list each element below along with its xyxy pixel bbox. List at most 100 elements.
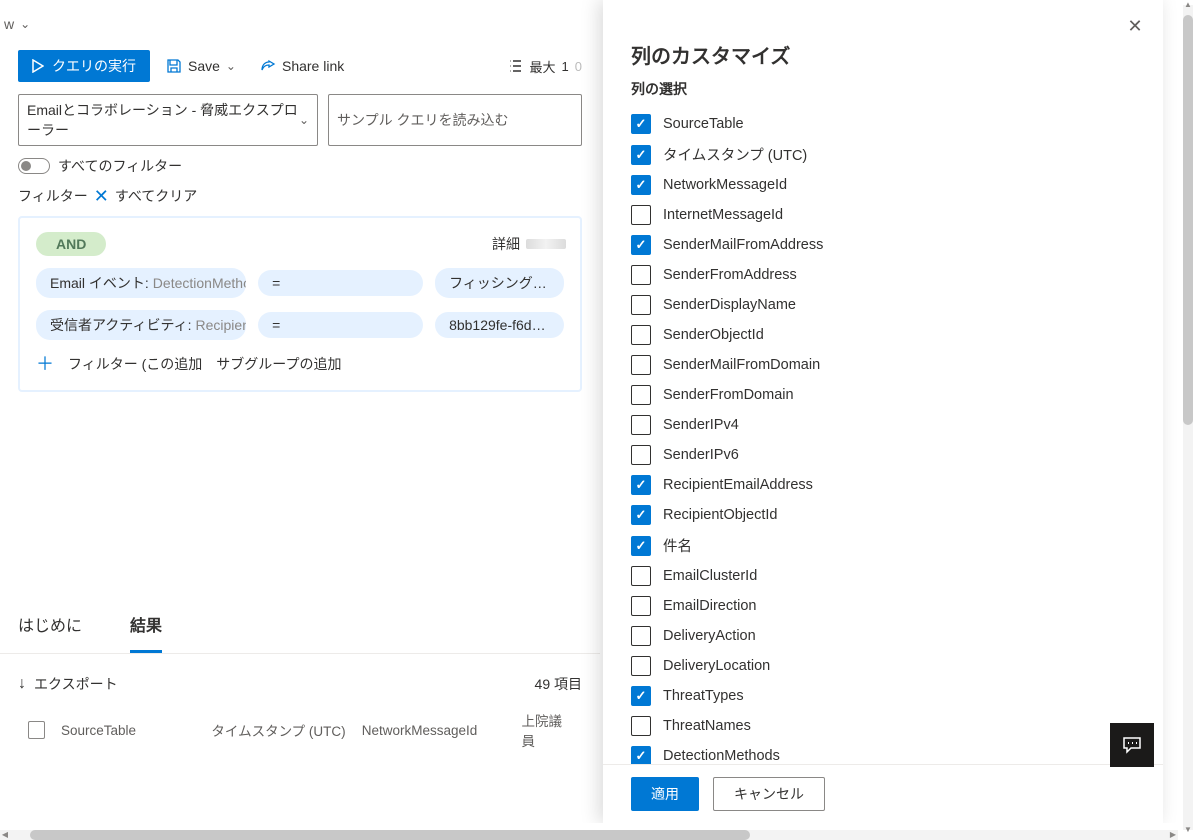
column-option[interactable]: SenderIPv6	[631, 440, 1135, 470]
column-header[interactable]: 上院議員	[521, 710, 582, 750]
checkbox[interactable]	[631, 566, 651, 586]
checkbox[interactable]	[631, 355, 651, 375]
all-filters-toggle[interactable]	[18, 158, 50, 174]
panel-subtitle: 列の選択	[631, 79, 1135, 99]
column-header[interactable]: NetworkMessageId	[362, 723, 522, 738]
column-option[interactable]: SenderObjectId	[631, 320, 1135, 350]
checkbox[interactable]	[631, 656, 651, 676]
table-header: SourceTable タイムスタンプ (UTC) NetworkMessage…	[0, 704, 600, 750]
checkbox[interactable]	[631, 205, 651, 225]
column-option[interactable]: DeliveryAction	[631, 621, 1135, 651]
export-button[interactable]: ↓ エクスポート	[18, 674, 118, 694]
column-option[interactable]: ✓ RecipientEmailAddress	[631, 470, 1135, 500]
close-button[interactable]: ✕	[1123, 14, 1147, 38]
column-option[interactable]: ✓ RecipientObjectId	[631, 500, 1135, 530]
column-option[interactable]: EmailClusterId	[631, 561, 1135, 591]
column-option-label: SourceTable	[663, 116, 744, 132]
condition-field[interactable]: Email イベント: DetectionMethods	[36, 268, 246, 298]
column-option[interactable]: InternetMessageId	[631, 200, 1135, 230]
scroll-thumb[interactable]	[1183, 15, 1193, 425]
vertical-scrollbar[interactable]: ▲ ▼	[1183, 5, 1193, 830]
condition-field[interactable]: 受信者アクティビティ: RecipientObj...	[36, 310, 246, 340]
column-option[interactable]: ✓ SourceTable	[631, 109, 1135, 139]
scroll-thumb[interactable]	[30, 830, 750, 840]
column-option[interactable]: SenderMailFromDomain	[631, 350, 1135, 380]
column-option[interactable]: ✓ NetworkMessageId	[631, 170, 1135, 200]
column-option-label: SenderIPv6	[663, 447, 739, 463]
scroll-left-icon: ◀	[0, 830, 10, 840]
apply-button[interactable]: 適用	[631, 777, 699, 811]
column-header[interactable]: SourceTable	[61, 723, 211, 738]
checkbox[interactable]: ✓	[631, 536, 651, 556]
checkbox[interactable]: ✓	[631, 746, 651, 764]
checkbox[interactable]	[631, 325, 651, 345]
column-option[interactable]: SenderFromAddress	[631, 260, 1135, 290]
column-option[interactable]: ThreatNames	[631, 711, 1135, 741]
checkbox[interactable]	[631, 295, 651, 315]
condition-value[interactable]: 8bb129fe-f6d4-431f -8	[435, 312, 564, 338]
checkbox[interactable]	[631, 626, 651, 646]
save-icon	[166, 58, 182, 74]
combiner-and[interactable]: AND	[36, 232, 106, 256]
column-option[interactable]: ✓DetectionMethods	[631, 741, 1135, 764]
add-subgroup-button[interactable]: サブグループの追加	[216, 354, 341, 374]
horizontal-scrollbar[interactable]: ◀ ▶	[0, 830, 1178, 840]
customize-columns-panel: ✕ 列のカスタマイズ 列の選択 ✓ SourceTable ✓タイムスタンプ (UT…	[603, 0, 1163, 823]
column-list: ✓SourceTable✓タイムスタンプ (UTC)✓NetworkMessag…	[603, 109, 1163, 764]
checkbox[interactable]: ✓	[631, 475, 651, 495]
select-all-checkbox[interactable]	[28, 721, 45, 739]
filters-label: フィルター	[18, 186, 88, 206]
tab-start[interactable]: はじめに	[18, 602, 82, 653]
share-link-button[interactable]: Share link	[252, 52, 352, 80]
checkbox[interactable]	[631, 265, 651, 285]
checkbox[interactable]	[631, 415, 651, 435]
column-option[interactable]: EmailDirection	[631, 591, 1135, 621]
column-option[interactable]: ✓ThreatTypes	[631, 681, 1135, 711]
add-filter-button[interactable]: フィルター (この追加	[68, 354, 202, 374]
toolbar: クエリの実行 Save ⌄ Share link 最大 1 0	[0, 40, 600, 94]
feedback-button[interactable]	[1110, 723, 1154, 767]
save-label: Save	[188, 58, 220, 74]
column-header[interactable]: タイムスタンプ (UTC)	[211, 720, 361, 740]
checkbox[interactable]: ✓	[631, 686, 651, 706]
checkbox[interactable]	[631, 445, 651, 465]
save-button[interactable]: Save ⌄	[158, 52, 244, 80]
column-option-label: NetworkMessageId	[663, 177, 787, 193]
column-option-label: RecipientObjectId	[663, 507, 777, 523]
scroll-right-icon: ▶	[1168, 830, 1178, 840]
tab-results[interactable]: 結果	[130, 602, 162, 653]
result-count: 49 項目	[535, 674, 582, 694]
run-query-button[interactable]: クエリの実行	[18, 50, 150, 82]
checkbox[interactable]: ✓	[631, 114, 651, 134]
checkbox[interactable]: ✓	[631, 235, 651, 255]
column-option[interactable]: ✓SenderMailFromAddress	[631, 230, 1135, 260]
column-option[interactable]: ✓タイムスタンプ (UTC)	[631, 139, 1135, 170]
checkbox[interactable]: ✓	[631, 505, 651, 525]
clear-all-label[interactable]: すべてクリア	[115, 186, 197, 206]
clear-all-icon[interactable]: ✕	[94, 189, 109, 203]
checkbox[interactable]	[631, 596, 651, 616]
cancel-button[interactable]: キャンセル	[713, 777, 825, 811]
checkbox[interactable]: ✓	[631, 175, 651, 195]
source-dropdown[interactable]: Emailとコラボレーション - 脅威エクスプローラー ⌄	[18, 94, 318, 146]
column-option[interactable]: SenderIPv4	[631, 410, 1135, 440]
condition-operator[interactable]: =	[258, 270, 423, 296]
condition-value[interactable]: フィッシング: ["General filetr"	[435, 268, 564, 298]
column-option-label: SenderObjectId	[663, 327, 764, 343]
tab-dropdown[interactable]: w ⌄	[0, 8, 34, 40]
checkbox[interactable]: ✓	[631, 145, 651, 165]
column-option-label: EmailClusterId	[663, 568, 757, 584]
checkbox[interactable]	[631, 385, 651, 405]
filter-group: AND 詳細 Email イベント: DetectionMethods = フィ…	[18, 216, 582, 392]
column-option[interactable]: ✓件名	[631, 530, 1135, 561]
column-option[interactable]: SenderFromDomain	[631, 380, 1135, 410]
column-option[interactable]: DeliveryLocation	[631, 651, 1135, 681]
column-option-label: RecipientEmailAddress	[663, 477, 813, 493]
all-filters-label: すべてのフィルター	[58, 156, 182, 176]
sample-placeholder: サンプル クエリを読み込む	[337, 110, 508, 130]
sample-query-dropdown[interactable]: サンプル クエリを読み込む	[328, 94, 582, 146]
panel-title: 列のカスタマイズ	[631, 40, 1135, 69]
column-option[interactable]: SenderDisplayName	[631, 290, 1135, 320]
condition-operator[interactable]: =	[258, 312, 423, 338]
checkbox[interactable]	[631, 716, 651, 736]
